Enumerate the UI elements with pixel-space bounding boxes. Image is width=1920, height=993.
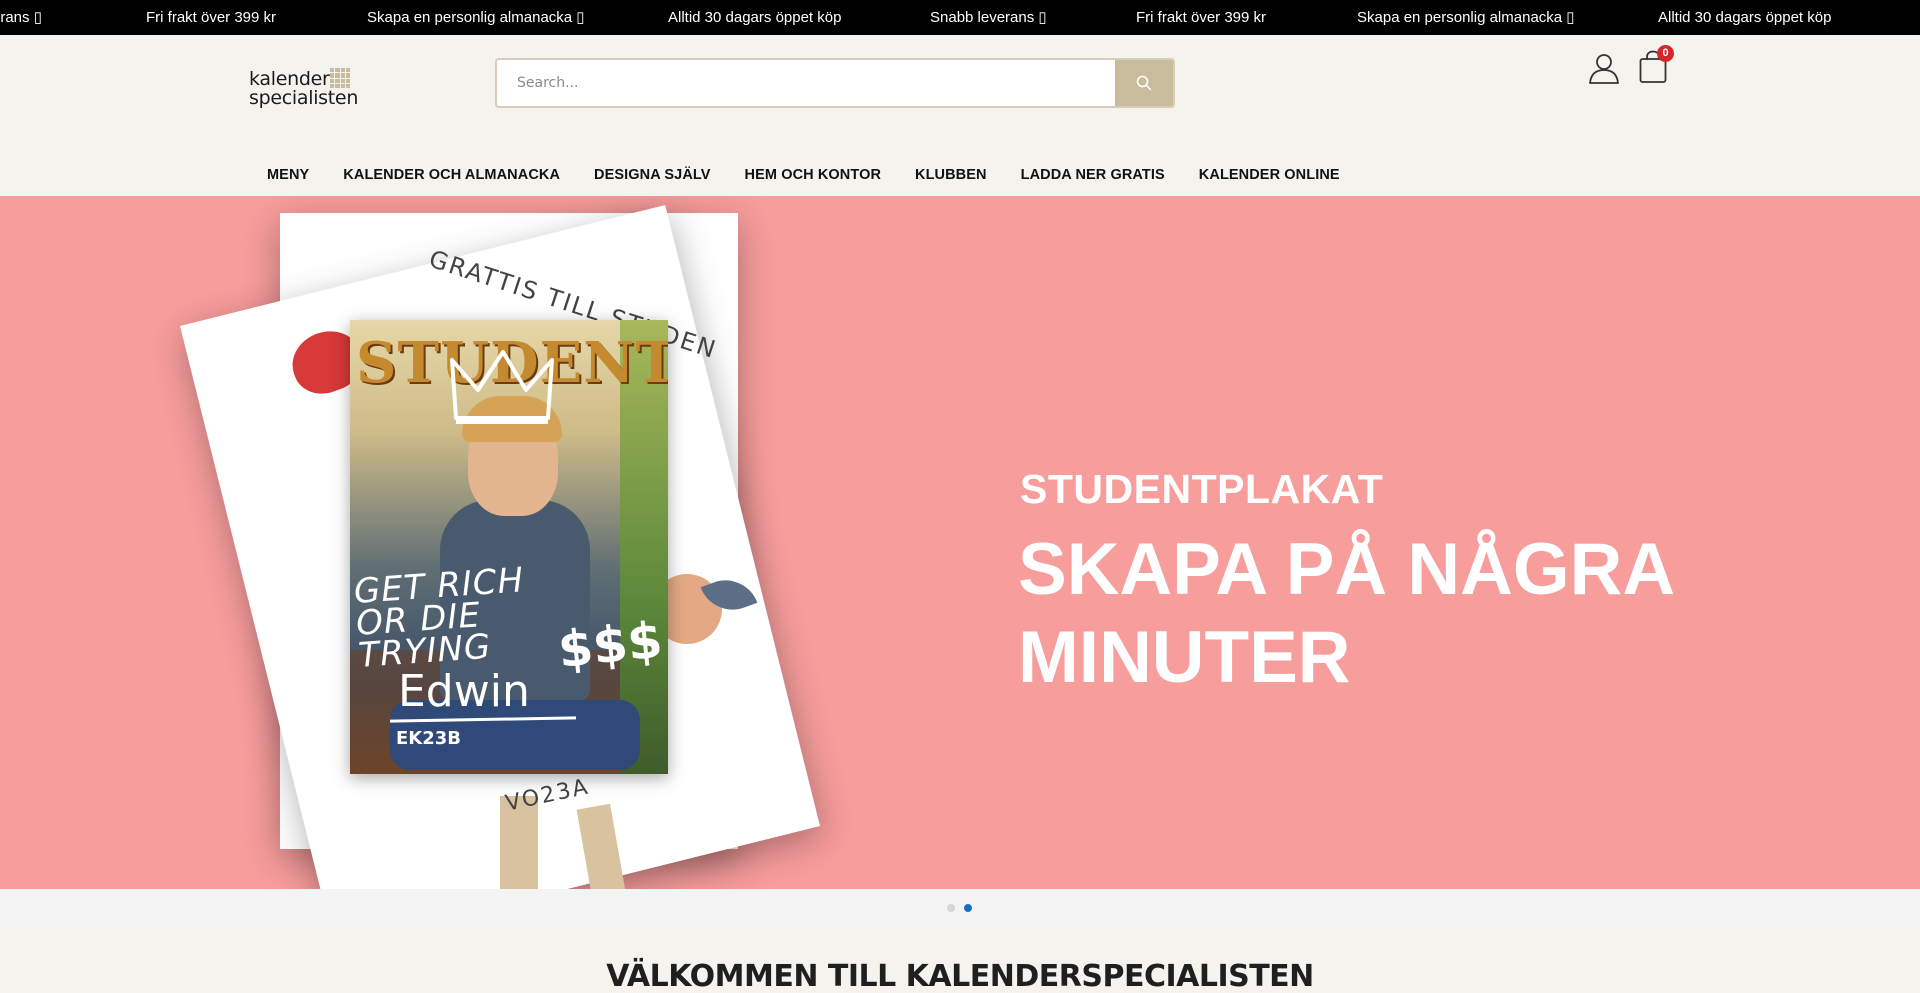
logo-text-line2: specialisten bbox=[249, 87, 359, 109]
announcement-message: Snabb leverans ▯ bbox=[930, 9, 1047, 26]
search-icon bbox=[1136, 75, 1152, 91]
search-input[interactable] bbox=[497, 60, 1117, 106]
slider-pagination bbox=[0, 889, 1920, 929]
welcome-section: VÄLKOMMEN TILL KALENDERSPECIALISTEN bbox=[0, 929, 1920, 993]
slider-dot-active[interactable] bbox=[964, 904, 972, 912]
cart-count-badge: 0 bbox=[1657, 45, 1674, 62]
announcement-message: Fri frakt över 399 kr bbox=[1136, 9, 1267, 26]
announcement-message: Skapa en personlig almanacka ▯ bbox=[1357, 9, 1575, 26]
search-bar bbox=[495, 58, 1175, 108]
poster-dollars: $$$ bbox=[555, 610, 666, 680]
nav-item-designa-sjalv[interactable]: DESIGNA SJÄLV bbox=[594, 155, 711, 195]
student-poster: STUDENT GET RICH OR DIE TRYING $$$ Edwin… bbox=[350, 320, 668, 774]
announcement-bar: erans ▯ Fri frakt över 399 kr Skapa en p… bbox=[0, 0, 1920, 35]
nav-item-meny[interactable]: MENY bbox=[267, 155, 309, 195]
nav-item-kalender-online[interactable]: KALENDER ONLINE bbox=[1199, 155, 1340, 195]
cart-button[interactable]: 0 bbox=[1638, 45, 1674, 84]
user-icon bbox=[1589, 54, 1619, 84]
nav-item-hem-och-kontor[interactable]: HEM OCH KONTOR bbox=[745, 155, 881, 195]
site-header: kalender specialisten 0 MEN bbox=[0, 35, 1920, 196]
poster-code: EK23B bbox=[396, 728, 462, 749]
hero-banner[interactable]: GRATTIS TILL STUDEN VO23A STUDENT GET RI… bbox=[0, 196, 1920, 889]
hero-headline: SKAPA PÅ NÅGRA MINUTER bbox=[1018, 529, 1673, 698]
poster-name: Edwin bbox=[398, 666, 530, 717]
logo-text-line1: kalender bbox=[249, 68, 330, 90]
search-button[interactable] bbox=[1115, 60, 1173, 106]
crown-icon bbox=[450, 350, 554, 424]
calendar-grid-icon bbox=[330, 68, 350, 88]
announcement-message: Alltid 30 dagars öppet köp bbox=[668, 9, 842, 26]
nav-item-kalender-och-almanacka[interactable]: KALENDER OCH ALMANACKA bbox=[343, 155, 560, 195]
welcome-title: VÄLKOMMEN TILL KALENDERSPECIALISTEN bbox=[606, 959, 1314, 993]
main-nav: MENY KALENDER OCH ALMANACKA DESIGNA SJÄL… bbox=[267, 155, 1374, 195]
announcement-message: erans ▯ bbox=[0, 9, 42, 26]
poster-slogan: GET RICH OR DIE TRYING bbox=[353, 560, 530, 676]
announcement-message: Alltid 30 dagars öppet köp bbox=[1658, 9, 1832, 26]
announcement-message: Skapa en personlig almanacka ▯ bbox=[367, 9, 585, 26]
site-logo[interactable]: kalender specialisten bbox=[249, 66, 359, 110]
slider-dot[interactable] bbox=[947, 904, 955, 912]
nav-item-ladda-ner-gratis[interactable]: LADDA NER GRATIS bbox=[1021, 155, 1165, 195]
announcement-message: Fri frakt över 399 kr bbox=[146, 9, 277, 26]
hero-kicker: STUDENTPLAKAT bbox=[1020, 466, 1384, 512]
nav-item-klubben[interactable]: KLUBBEN bbox=[915, 155, 987, 195]
account-button[interactable] bbox=[1588, 52, 1620, 84]
